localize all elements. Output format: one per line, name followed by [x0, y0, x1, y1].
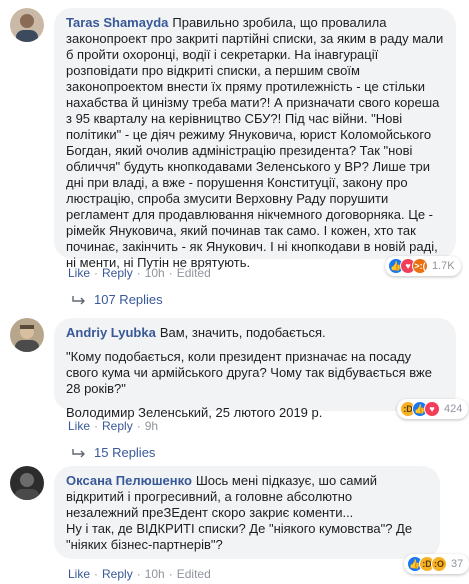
reaction-count: 37	[451, 558, 464, 570]
replies-count[interactable]: 15 Replies	[94, 445, 155, 460]
reaction-count: 1.7K	[432, 260, 455, 272]
comment-paragraph: Оксана Пелюшенко Шось мені підказує, шо с…	[66, 473, 428, 521]
reply-button[interactable]: Reply	[102, 419, 133, 433]
comment-author[interactable]: Andriy Lyubka	[66, 325, 156, 340]
comment-actions: Like · Reply · 10h · Edited	[68, 567, 211, 581]
comment-paragraph: Ну і так, де ВІДКРИТІ списки? Де "ніяког…	[66, 521, 413, 552]
comment-author[interactable]: Taras Shamayda	[66, 15, 168, 30]
edited-label[interactable]: Edited	[177, 266, 211, 280]
timestamp[interactable]: 10h	[145, 266, 165, 280]
separator: ·	[136, 419, 141, 433]
comment-author[interactable]: Оксана Пелюшенко	[66, 473, 192, 488]
comment: Оксана Пелюшенко Шось мені підказує, шо с…	[10, 466, 469, 582]
avatar[interactable]	[10, 8, 44, 42]
separator: ·	[94, 266, 99, 280]
reaction-count: 424	[444, 403, 463, 415]
reply-button[interactable]: Reply	[102, 567, 133, 581]
comment-actions: Like · Reply · 9h	[68, 419, 158, 433]
comment-bubble: Taras Shamayda Правильно зробила, що пров…	[54, 8, 456, 270]
reactions-summary[interactable]: :D 👍 ♥ 424	[397, 399, 469, 419]
comment-text: Правильно зробила, що провалила законопр…	[66, 15, 444, 270]
reply-button[interactable]: Reply	[102, 266, 133, 280]
wow-reaction-icon: :O	[431, 556, 447, 572]
comment-actions: Like · Reply · 10h · Edited	[68, 266, 211, 280]
view-replies-link[interactable]: 15 Replies	[72, 445, 155, 460]
separator: ·	[136, 567, 141, 581]
reactions-summary[interactable]: 👍 :D :O 37	[404, 554, 469, 574]
separator: ·	[94, 567, 99, 581]
angry-reaction-icon: >:(	[412, 258, 428, 274]
like-button[interactable]: Like	[68, 567, 90, 581]
reactions-summary[interactable]: 👍 ♥ >:( 1.7K	[385, 256, 461, 276]
replies-count[interactable]: 107 Replies	[94, 292, 163, 307]
view-replies-link[interactable]: 107 Replies	[72, 292, 163, 307]
edited-label[interactable]: Edited	[177, 567, 211, 581]
comment-bubble: Andriy Lyubka Вам, значить, подобається. …	[54, 318, 456, 420]
separator: ·	[94, 419, 99, 433]
comment-quote: "Кому подобається, коли президент призна…	[66, 349, 432, 396]
timestamp[interactable]: 10h	[145, 567, 165, 581]
comment: Taras Shamayda Правильно зробила, що пров…	[10, 8, 461, 308]
comment: Andriy Lyubka Вам, значить, подобається. …	[10, 318, 469, 460]
comment-text: Вам, значить, подобається.	[159, 325, 326, 340]
reply-arrow-icon	[72, 448, 86, 458]
separator: ·	[136, 266, 141, 280]
avatar[interactable]	[10, 318, 44, 352]
separator: ·	[168, 266, 173, 280]
timestamp[interactable]: 9h	[145, 419, 158, 433]
avatar[interactable]	[10, 466, 44, 500]
separator: ·	[168, 567, 173, 581]
like-button[interactable]: Like	[68, 419, 90, 433]
like-button[interactable]: Like	[68, 266, 90, 280]
reply-arrow-icon	[72, 295, 86, 305]
love-reaction-icon: ♥	[424, 401, 440, 417]
comment-bubble: Оксана Пелюшенко Шось мені підказує, шо с…	[54, 466, 440, 559]
comment-paragraph: Andriy Lyubka Вам, значить, подобається.	[66, 325, 444, 341]
